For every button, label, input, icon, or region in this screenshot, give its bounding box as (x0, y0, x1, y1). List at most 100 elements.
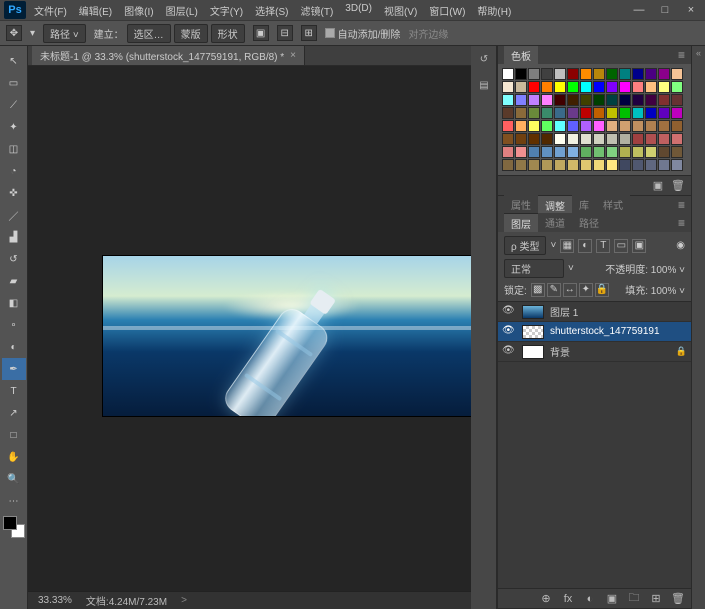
expand-dock-icon[interactable]: « (694, 48, 704, 58)
swatch[interactable] (606, 159, 618, 171)
swatch[interactable] (567, 159, 579, 171)
make-shape-button[interactable]: 形状 (211, 24, 245, 43)
swatch[interactable] (671, 146, 683, 158)
swatch[interactable] (580, 107, 592, 119)
layer-row[interactable]: 👁背景🔒 (498, 342, 691, 362)
viewport[interactable] (28, 66, 471, 591)
edit-toolbar[interactable]: ⋯ (2, 490, 26, 512)
filter-smart-icon[interactable]: ▣ (632, 239, 646, 253)
minimize-button[interactable]: — (629, 3, 649, 17)
swatch[interactable] (645, 94, 657, 106)
swatch[interactable] (658, 107, 670, 119)
swatch[interactable] (528, 68, 540, 80)
menu-item[interactable]: 窗口(W) (423, 0, 471, 21)
swatch[interactable] (645, 146, 657, 158)
path-op1-icon[interactable]: ▣ (253, 25, 269, 41)
menu-item[interactable]: 图层(L) (160, 0, 204, 21)
eraser-tool[interactable]: ▰ (2, 270, 26, 292)
swatch[interactable] (645, 107, 657, 119)
swatch[interactable] (606, 146, 618, 158)
move-tool[interactable]: ↖ (2, 50, 26, 72)
lock-option-icon[interactable]: ✎ (547, 283, 561, 297)
layer-row[interactable]: 👁图层 1 (498, 302, 691, 322)
swatch[interactable] (632, 120, 644, 132)
swatch[interactable] (645, 68, 657, 80)
swatch[interactable] (554, 159, 566, 171)
swatch[interactable] (671, 159, 683, 171)
swatch[interactable] (541, 107, 553, 119)
new-swatch-icon[interactable]: ▣ (651, 179, 665, 192)
delete-swatch-icon[interactable]: 🗑 (671, 179, 685, 192)
panel-menu-icon[interactable]: ≡ (678, 48, 685, 62)
swatch[interactable] (528, 146, 540, 158)
crop-tool[interactable]: ◫ (2, 138, 26, 160)
swatch[interactable] (515, 68, 527, 80)
adjust-tab[interactable]: 库 (572, 195, 596, 215)
panel-menu-icon[interactable]: ≡ (678, 198, 685, 212)
menu-item[interactable]: 编辑(E) (73, 0, 118, 21)
close-tab-icon[interactable]: × (290, 50, 296, 61)
blend-mode-dropdown[interactable]: 正常 (504, 259, 564, 278)
swatch[interactable] (541, 94, 553, 106)
swatch[interactable] (528, 133, 540, 145)
swatch[interactable] (645, 81, 657, 93)
swatch[interactable] (671, 120, 683, 132)
swatch[interactable] (528, 159, 540, 171)
lock-option-icon[interactable]: ✦ (579, 283, 593, 297)
swatch[interactable] (593, 81, 605, 93)
gradient-tool[interactable]: ◧ (2, 292, 26, 314)
visibility-icon[interactable]: 👁 (502, 305, 516, 319)
menu-item[interactable]: 图像(I) (118, 0, 159, 21)
doc-info[interactable]: 文档:4.24M/7.23M (86, 593, 167, 608)
swatch[interactable] (502, 133, 514, 145)
swatch[interactable] (567, 146, 579, 158)
menu-item[interactable]: 选择(S) (249, 0, 294, 21)
swatch[interactable] (541, 146, 553, 158)
swatch[interactable] (580, 159, 592, 171)
swatch[interactable] (619, 107, 631, 119)
swatch[interactable] (632, 133, 644, 145)
swatch[interactable] (580, 68, 592, 80)
swatch[interactable] (632, 107, 644, 119)
filter-img-icon[interactable]: ▦ (560, 239, 574, 253)
swatch[interactable] (671, 107, 683, 119)
swatch[interactable] (502, 81, 514, 93)
layer-thumbnail[interactable] (522, 305, 544, 319)
swatch[interactable] (515, 120, 527, 132)
swatch[interactable] (645, 120, 657, 132)
adjustment-layer-icon[interactable]: ▣ (605, 592, 619, 605)
swatch[interactable] (541, 159, 553, 171)
type-tool[interactable]: T (2, 380, 26, 402)
path-op2-icon[interactable]: ⊟ (277, 25, 293, 41)
swatch[interactable] (619, 159, 631, 171)
swatch[interactable] (528, 107, 540, 119)
swatch[interactable] (671, 81, 683, 93)
menu-item[interactable]: 文字(Y) (204, 0, 249, 21)
swatch[interactable] (541, 120, 553, 132)
swatch[interactable] (593, 146, 605, 158)
layers-tab[interactable]: 通道 (538, 213, 572, 233)
swatch[interactable] (658, 159, 670, 171)
swatch[interactable] (515, 133, 527, 145)
panel-menu-icon[interactable]: ≡ (678, 216, 685, 230)
swatch[interactable] (593, 94, 605, 106)
swatch[interactable] (619, 133, 631, 145)
new-layer-icon[interactable]: ⊞ (649, 592, 663, 605)
foreground-background-color[interactable] (3, 516, 25, 538)
swatches-tab[interactable]: 色板 (504, 45, 538, 65)
swatch[interactable] (580, 120, 592, 132)
adjust-tab[interactable]: 属性 (504, 195, 538, 215)
swatch[interactable] (502, 159, 514, 171)
swatch[interactable] (619, 120, 631, 132)
layer-row[interactable]: 👁shutterstock_147759191 (498, 322, 691, 342)
swatch[interactable] (554, 146, 566, 158)
swatch[interactable] (580, 94, 592, 106)
menu-item[interactable]: 视图(V) (378, 0, 423, 21)
swatch[interactable] (671, 68, 683, 80)
mode-dropdown[interactable]: 路径 ˅ (43, 24, 86, 43)
swatch[interactable] (593, 68, 605, 80)
menu-item[interactable]: 文件(F) (28, 0, 73, 21)
swatch[interactable] (567, 120, 579, 132)
doc-info-arrow-icon[interactable]: > (181, 595, 187, 606)
swatch[interactable] (632, 81, 644, 93)
